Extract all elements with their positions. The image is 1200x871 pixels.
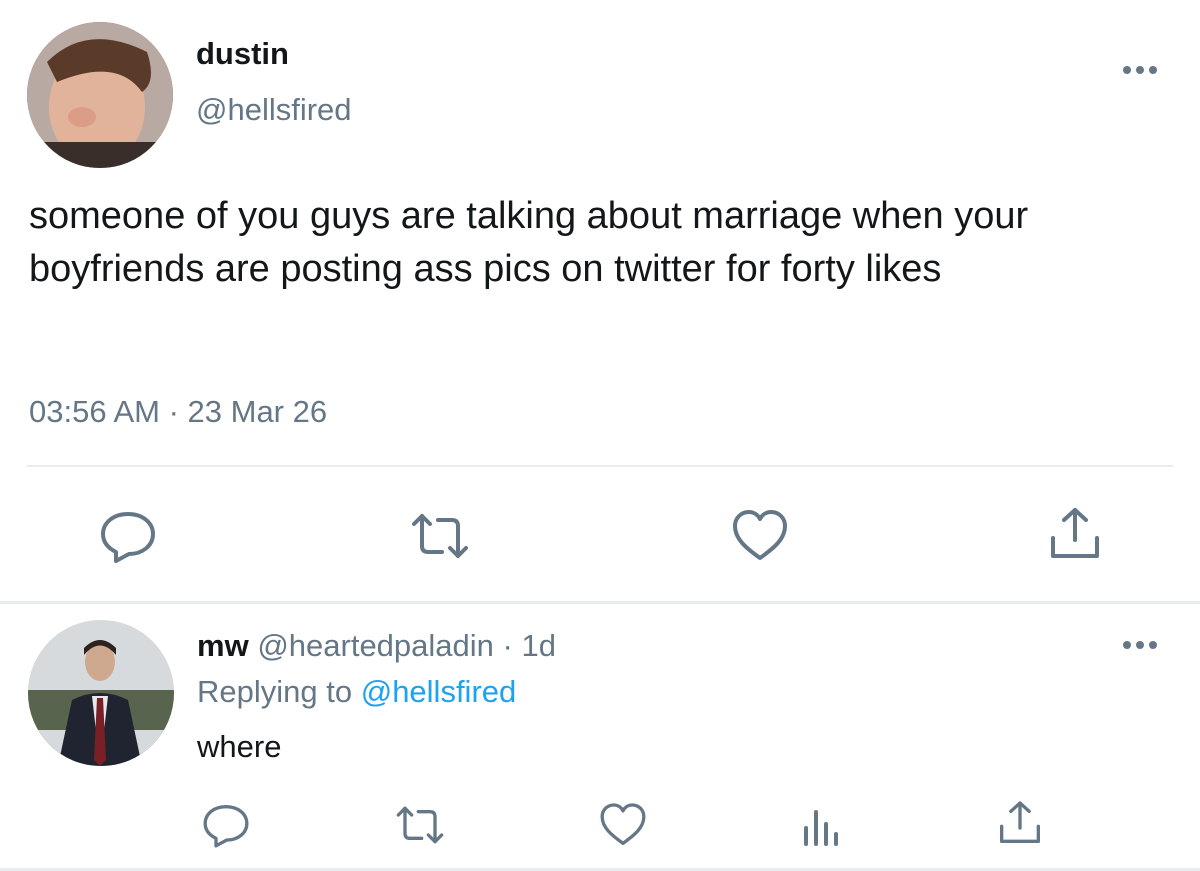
tweet-age[interactable]: 1d [521,628,555,663]
share-icon[interactable] [995,798,1045,848]
heart-icon[interactable] [730,506,790,566]
more-options-icon[interactable] [1118,55,1162,85]
reply-icon[interactable] [201,800,251,850]
reply-icon[interactable] [98,506,158,566]
mention-link[interactable]: @hellsfired [361,674,517,709]
separator: · [493,628,522,663]
replying-to-label: Replying to [197,674,361,709]
replying-to: Replying to @hellsfired [197,674,516,710]
reply-header: mw @heartedpaladin · 1d [197,628,556,664]
avatar[interactable] [27,22,173,168]
divider [0,601,1200,604]
reply-text: where [197,729,282,764]
retweet-icon[interactable] [395,800,445,850]
stats-icon[interactable] [797,800,847,850]
username-handle[interactable]: @hellsfired [196,92,352,128]
tweet-timestamp[interactable]: 03:56 AM · 23 Mar 26 [29,394,327,430]
more-options-icon[interactable] [1118,630,1162,660]
avatar[interactable] [28,620,174,766]
share-icon[interactable] [1045,504,1105,564]
heart-icon[interactable] [598,800,648,850]
display-name[interactable]: dustin [196,36,289,72]
display-name[interactable]: mw [197,628,249,663]
retweet-icon[interactable] [410,506,470,566]
divider [27,465,1173,467]
tweet-text: someone of you guys are talking about ma… [29,195,1029,290]
username-handle[interactable]: @heartedpaladin [257,628,494,663]
